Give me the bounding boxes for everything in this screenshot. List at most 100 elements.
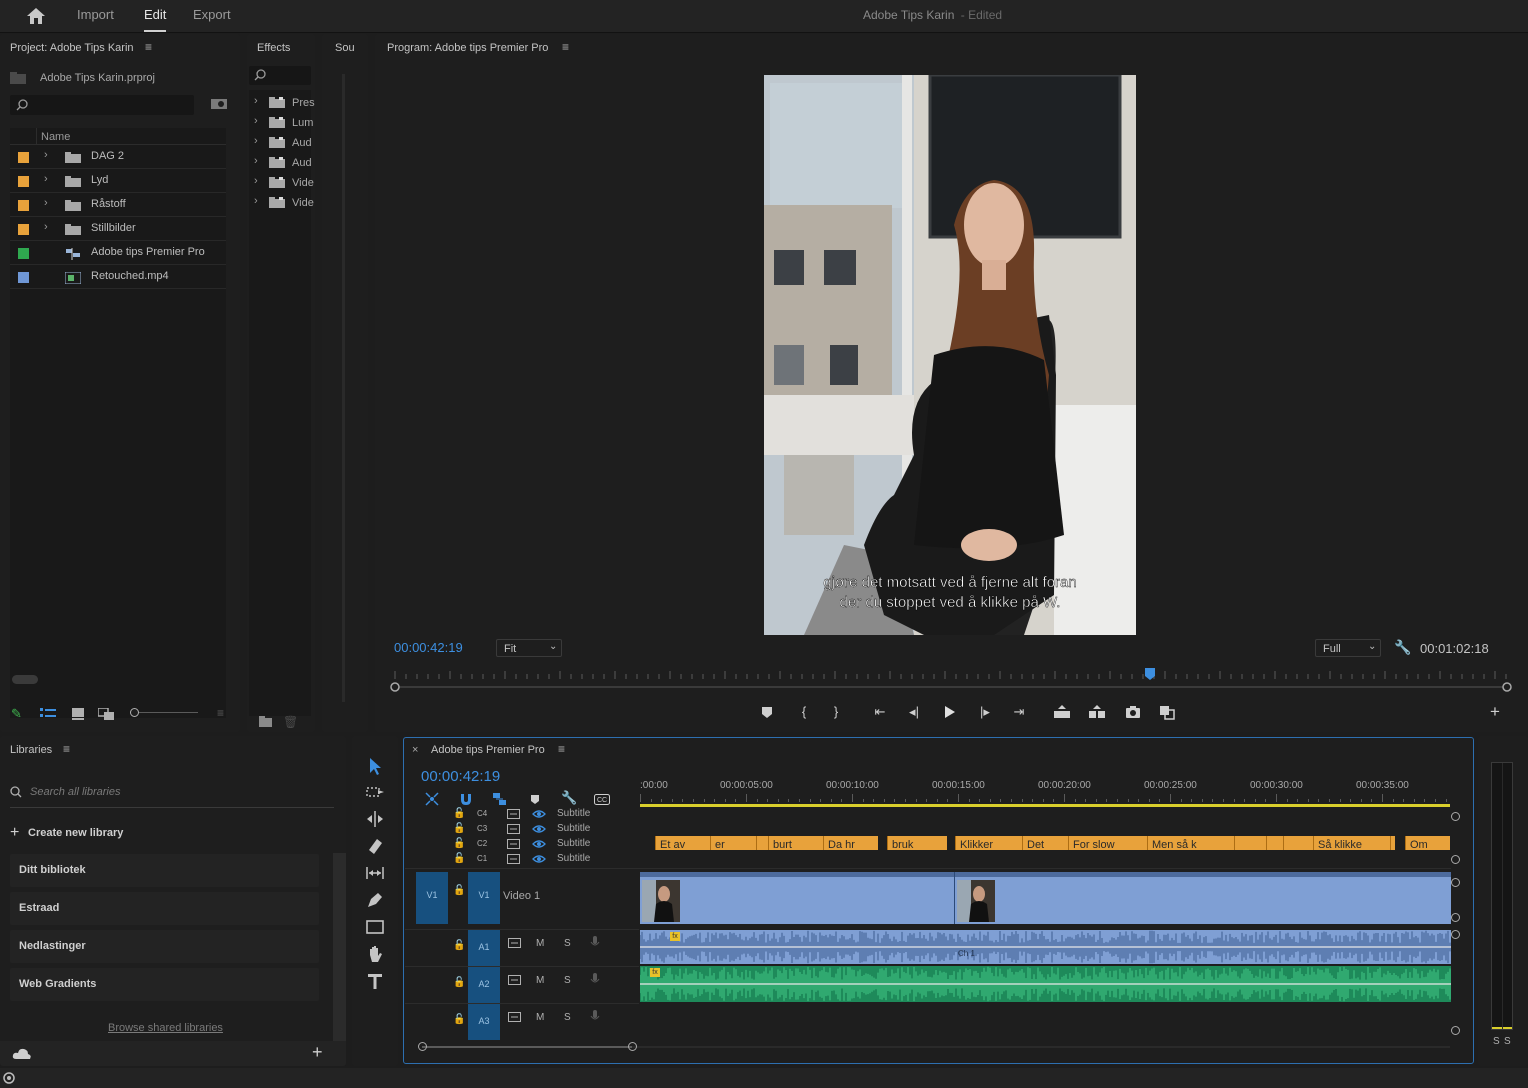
- razor-tool-icon[interactable]: [364, 835, 386, 857]
- sort-icon[interactable]: ≡: [217, 706, 224, 720]
- step-forward-icon[interactable]: |▸: [976, 703, 994, 721]
- effects-item[interactable]: › Aud: [249, 153, 312, 173]
- toggle-sync-icon[interactable]: [507, 824, 520, 834]
- eye-icon[interactable]: [532, 809, 546, 819]
- library-search-input[interactable]: Search all libraries: [10, 780, 334, 808]
- lock-icon[interactable]: 🔓: [453, 838, 465, 849]
- effects-search-input[interactable]: [249, 66, 311, 85]
- subtitle-track-header[interactable]: 🔓 C2 Subtitle: [405, 837, 639, 852]
- effects-item[interactable]: › Vide: [249, 193, 314, 213]
- caption-clip[interactable]: er: [710, 836, 756, 850]
- effects-item[interactable]: › Pres: [249, 93, 315, 113]
- chevron-right-icon[interactable]: ›: [254, 175, 258, 187]
- create-library-button[interactable]: Create new library: [28, 827, 123, 839]
- scroll-handle[interactable]: [628, 1042, 637, 1051]
- toggle-sync-icon[interactable]: [507, 809, 520, 819]
- icon-view-icon[interactable]: [72, 708, 84, 720]
- library-item[interactable]: Estraad: [10, 892, 319, 925]
- sync-lock-icon[interactable]: [508, 1012, 521, 1022]
- project-search-input[interactable]: [10, 95, 194, 115]
- video-frame[interactable]: gjøre det motsatt ved å fjerne alt foran…: [764, 75, 1136, 635]
- audio-track-header[interactable]: 🔓 A1 M S: [405, 929, 639, 966]
- browse-shared-link[interactable]: Browse shared libraries: [108, 1022, 223, 1034]
- caption-clip[interactable]: For slow: [1068, 836, 1147, 850]
- zoom-slider[interactable]: [130, 712, 198, 713]
- lock-icon[interactable]: 🔓: [453, 808, 465, 819]
- captions-icon[interactable]: CC: [594, 794, 610, 805]
- linked-selection-icon[interactable]: [492, 792, 508, 806]
- project-item[interactable]: › Lyd: [10, 169, 226, 193]
- label-color-swatch[interactable]: [18, 224, 29, 235]
- solo-button[interactable]: S: [564, 938, 571, 949]
- track-target-audio[interactable]: A1: [468, 930, 500, 966]
- eye-icon[interactable]: [532, 854, 546, 864]
- audio-clip-a1[interactable]: fx Ch 1: [640, 930, 1451, 964]
- caption-clip[interactable]: Så klikke: [1313, 836, 1390, 850]
- mute-button[interactable]: M: [536, 938, 544, 949]
- lock-icon[interactable]: 🔓: [453, 823, 465, 834]
- effects-item[interactable]: › Lum: [249, 113, 313, 133]
- project-item[interactable]: › Stillbilder: [10, 217, 226, 241]
- audio-track-header[interactable]: 🔓 A2 M S: [405, 966, 639, 1003]
- chevron-right-icon[interactable]: ›: [44, 173, 48, 185]
- toggle-sync-icon[interactable]: [507, 839, 520, 849]
- delete-icon[interactable]: 🗑: [283, 715, 298, 729]
- work-area-bar[interactable]: [640, 804, 1450, 807]
- chevron-right-icon[interactable]: ›: [44, 221, 48, 233]
- library-item[interactable]: Ditt bibliotek: [10, 854, 319, 887]
- caption-clip[interactable]: [756, 836, 768, 850]
- cloud-icon[interactable]: [12, 1047, 32, 1059]
- export-frame-icon[interactable]: [1124, 703, 1142, 721]
- new-bin-icon[interactable]: [259, 716, 272, 727]
- panel-menu-icon[interactable]: ≡: [562, 40, 569, 54]
- close-icon[interactable]: ×: [412, 744, 418, 756]
- sync-lock-icon[interactable]: [508, 938, 521, 948]
- chevron-right-icon[interactable]: ›: [44, 149, 48, 161]
- type-tool-icon[interactable]: [364, 970, 386, 992]
- solo-right[interactable]: S: [1504, 1036, 1511, 1047]
- creative-cloud-icon[interactable]: [2, 1071, 16, 1085]
- freeform-view-icon[interactable]: [98, 708, 116, 720]
- eye-icon[interactable]: [532, 839, 546, 849]
- list-view-icon[interactable]: [40, 708, 56, 720]
- mute-button[interactable]: M: [536, 1012, 544, 1023]
- project-item[interactable]: › DAG 2: [10, 145, 226, 169]
- add-marker-icon[interactable]: [758, 703, 776, 721]
- mute-button[interactable]: M: [536, 975, 544, 986]
- libraries-scrollbar[interactable]: [333, 853, 346, 1043]
- caption-clip[interactable]: burt: [768, 836, 823, 850]
- caption-clip[interactable]: Klikker: [955, 836, 1022, 850]
- track-select-tool-icon[interactable]: [364, 781, 386, 803]
- ripple-edit-tool-icon[interactable]: [364, 808, 386, 830]
- caption-clip[interactable]: [1234, 836, 1266, 850]
- nav-export[interactable]: Export: [193, 0, 231, 32]
- name-column-header[interactable]: Name: [41, 131, 70, 143]
- scroll-handle[interactable]: [1451, 855, 1460, 864]
- program-timecode[interactable]: 00:00:42:19: [394, 640, 463, 655]
- solo-button[interactable]: S: [564, 975, 571, 986]
- project-item[interactable]: › Råstoff: [10, 193, 226, 217]
- lock-icon[interactable]: 🔓: [453, 940, 465, 951]
- chevron-right-icon[interactable]: ›: [254, 135, 258, 147]
- solo-left[interactable]: S: [1493, 1036, 1500, 1047]
- lock-icon[interactable]: 🔓: [453, 1014, 465, 1025]
- effects-panel-title[interactable]: Effects: [257, 42, 290, 54]
- scroll-handle[interactable]: [1451, 812, 1460, 821]
- project-item[interactable]: Adobe tips Premier Pro: [10, 241, 226, 265]
- lock-icon[interactable]: 🔓: [453, 885, 465, 896]
- toggle-sync-icon[interactable]: [507, 854, 520, 864]
- caption-clip[interactable]: Da hr: [823, 836, 878, 850]
- scroll-handle[interactable]: [1451, 930, 1460, 939]
- pen-tool-icon[interactable]: [364, 889, 386, 911]
- source-panel-title[interactable]: Sou: [335, 42, 355, 54]
- label-color-swatch[interactable]: [18, 248, 29, 259]
- wrench-icon[interactable]: 🔧: [1394, 639, 1411, 656]
- subtitle-track-header[interactable]: 🔓 C1 Subtitle: [405, 852, 639, 867]
- eye-icon[interactable]: [532, 824, 546, 834]
- microphone-icon[interactable]: [590, 973, 600, 987]
- caption-clip[interactable]: [1283, 836, 1313, 850]
- effects-item[interactable]: › Aud: [249, 133, 312, 153]
- subtitle-track-header[interactable]: 🔓 C4 Subtitle: [405, 807, 639, 822]
- label-color-swatch[interactable]: [18, 152, 29, 163]
- settings-wrench-icon[interactable]: 🔧: [561, 790, 577, 806]
